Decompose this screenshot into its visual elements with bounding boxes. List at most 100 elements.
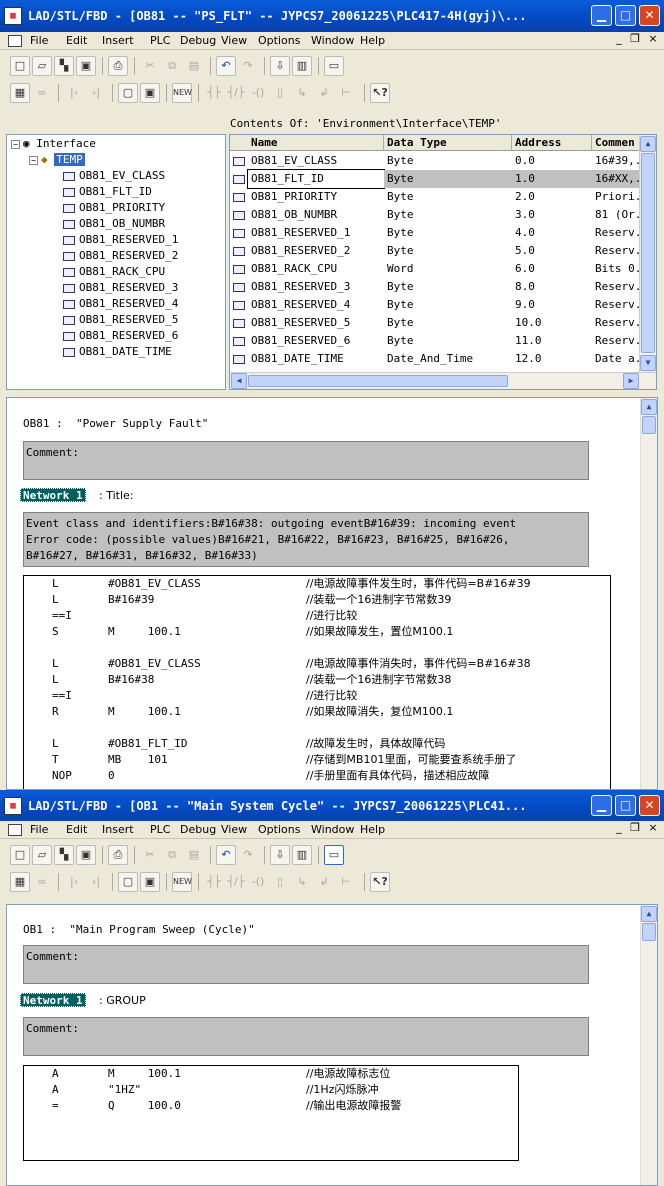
accessible-nodes-icon[interactable]: ▚: [54, 56, 74, 76]
paste-icon[interactable]: ▤: [184, 845, 204, 865]
tree-item[interactable]: OB81_PRIORITY: [63, 200, 165, 216]
tree-item[interactable]: OB81_OB_NUMBR: [63, 216, 165, 232]
menu-window[interactable]: Window: [311, 34, 354, 47]
stl-code-area[interactable]: A M 100.1 //电源故障标志位 A "1HZ" //1Hz闪烁脉冲 = Q 100.0…: [23, 1065, 519, 1161]
scroll-left-icon[interactable]: ◀: [231, 373, 247, 389]
connection-icon[interactable]: ⊢: [336, 872, 356, 892]
scroll-down-icon[interactable]: ▼: [640, 355, 656, 371]
table-cell-type[interactable]: Byte: [384, 188, 512, 206]
copy-icon[interactable]: ⧉: [162, 56, 182, 76]
title-bar[interactable]: ▦ LAD/STL/FBD - [OB81 -- "PS_FLT" -- JYP…: [0, 0, 664, 32]
close-button[interactable]: ✕: [639, 5, 660, 26]
table-cell-comment[interactable]: Bits 0.: [592, 260, 642, 278]
table-vertical-scrollbar[interactable]: ▲ ▼: [639, 135, 656, 373]
overview-icon[interactable]: ▢: [118, 872, 138, 892]
table-row[interactable]: OB81_OB_NUMBR Byte 3.0 81 (Or.: [230, 206, 656, 224]
table-cell-address[interactable]: 8.0: [512, 278, 592, 296]
table-row[interactable]: OB81_RACK_CPU Word 6.0 Bits 0.: [230, 260, 656, 278]
block-comment-box[interactable]: Comment:: [23, 441, 589, 480]
open-icon[interactable]: ▱: [32, 845, 52, 865]
table-cell-address[interactable]: 11.0: [512, 332, 592, 350]
table-cell-address[interactable]: 12.0: [512, 350, 592, 368]
column-header-data-type[interactable]: Data Type: [384, 135, 512, 151]
online-icon[interactable]: ▦: [10, 83, 30, 103]
editor-vertical-scrollbar[interactable]: ▲: [640, 905, 657, 1185]
tree-item[interactable]: OB81_RACK_CPU: [63, 264, 165, 280]
title-bar[interactable]: ▦ LAD/STL/FBD - [OB1 -- "Main System Cyc…: [0, 790, 664, 822]
table-cell-comment[interactable]: Reserv.: [592, 224, 642, 242]
table-cell-type[interactable]: Date_And_Time: [384, 350, 512, 368]
coil-icon[interactable]: -(): [248, 83, 268, 103]
tree-node-temp[interactable]: − ◆ TEMP: [29, 152, 85, 168]
contact-nc-icon[interactable]: ┤/├: [226, 872, 246, 892]
print-icon[interactable]: ⎙: [108, 56, 128, 76]
tree-item[interactable]: OB81_RESERVED_5: [63, 312, 178, 328]
table-row[interactable]: OB81_FLT_ID Byte 1.0 16#XX,.: [230, 169, 656, 189]
contact-nc-icon[interactable]: ┤/├: [226, 83, 246, 103]
open-icon[interactable]: ▱: [32, 56, 52, 76]
table-cell-type[interactable]: Byte: [384, 296, 512, 314]
stl-code-area[interactable]: L #OB81_EV_CLASS //电源故障事件发生时，事件代码=B#16#39 L…: [23, 575, 611, 789]
menu-edit[interactable]: Edit: [66, 823, 87, 836]
copy-icon[interactable]: ⧉: [162, 845, 182, 865]
table-row[interactable]: OB81_EV_CLASS Byte 0.0 16#39,.: [230, 152, 656, 170]
menu-plc[interactable]: PLC: [150, 34, 170, 47]
table-cell-address[interactable]: 10.0: [512, 314, 592, 332]
table-row[interactable]: OB81_RESERVED_3 Byte 8.0 Reserv.: [230, 278, 656, 296]
menu-help[interactable]: Help: [360, 34, 385, 47]
tree-item[interactable]: OB81_RESERVED_6: [63, 328, 178, 344]
table-row[interactable]: OB81_RESERVED_1 Byte 4.0 Reserv.: [230, 224, 656, 242]
monitor-icon[interactable]: ▥: [292, 845, 312, 865]
tree-item[interactable]: OB81_EV_CLASS: [63, 168, 165, 184]
menu-debug[interactable]: Debug: [180, 823, 216, 836]
comment-toggle-icon[interactable]: ▭: [324, 845, 344, 865]
table-row[interactable]: OB81_DATE_TIME Date_And_Time 12.0 Date a.: [230, 350, 656, 368]
contact-no-icon[interactable]: ┤├: [204, 872, 224, 892]
table-cell-address[interactable]: 0.0: [512, 152, 592, 170]
table-cell-type[interactable]: Byte: [384, 170, 512, 188]
table-cell-comment[interactable]: 16#39,.: [592, 152, 642, 170]
help-icon[interactable]: ↖?: [370, 83, 390, 103]
table-cell-comment[interactable]: Reserv.: [592, 242, 642, 260]
minimize-button[interactable]: ▁: [591, 795, 612, 816]
table-row[interactable]: OB81_PRIORITY Byte 2.0 Priori.: [230, 188, 656, 206]
table-cell-address[interactable]: 3.0: [512, 206, 592, 224]
block-comment-box[interactable]: Comment:: [23, 945, 589, 984]
tree-item[interactable]: OB81_RESERVED_1: [63, 232, 178, 248]
offline-icon[interactable]: ∞: [32, 83, 52, 103]
table-row[interactable]: OB81_RESERVED_2 Byte 5.0 Reserv.: [230, 242, 656, 260]
table-cell-name[interactable]: OB81_RESERVED_5: [248, 314, 384, 332]
network-title[interactable]: : GROUP: [99, 994, 146, 1007]
monitor-icon[interactable]: ▥: [292, 56, 312, 76]
code-editor[interactable]: OB1 : "Main Program Sweep (Cycle)" Comme…: [6, 904, 658, 1186]
document-icon[interactable]: [8, 35, 22, 47]
empty-box-icon[interactable]: ▯: [270, 872, 290, 892]
mdi-restore-icon[interactable]: ❐: [628, 821, 642, 834]
table-cell-address[interactable]: 1.0: [512, 170, 592, 188]
collapse-icon[interactable]: −: [29, 155, 38, 165]
menu-file[interactable]: File: [30, 34, 48, 47]
table-cell-type[interactable]: Byte: [384, 242, 512, 260]
column-header-comment[interactable]: Commen: [592, 135, 642, 151]
menu-options[interactable]: Options: [258, 823, 300, 836]
table-cell-comment[interactable]: Reserv.: [592, 278, 642, 296]
maximize-button[interactable]: □: [615, 795, 636, 816]
scroll-thumb[interactable]: [642, 416, 656, 434]
table-cell-address[interactable]: 4.0: [512, 224, 592, 242]
tree-node-interface[interactable]: − ◉ Interface: [11, 136, 96, 152]
tree-item[interactable]: OB81_RESERVED_2: [63, 248, 178, 264]
network-title[interactable]: : Title:: [99, 489, 133, 502]
network-comment-box[interactable]: Event class and identifiers:B#16#38: out…: [23, 512, 589, 567]
scroll-up-icon[interactable]: ▲: [640, 136, 656, 152]
table-cell-name[interactable]: OB81_DATE_TIME: [248, 350, 384, 368]
connection-icon[interactable]: ⊢: [336, 83, 356, 103]
branch-open-icon[interactable]: ↳: [292, 83, 312, 103]
redo-icon[interactable]: ↷: [238, 845, 258, 865]
new-icon[interactable]: □: [10, 845, 30, 865]
code-editor[interactable]: OB81 : "Power Supply Fault" Comment: Net…: [6, 397, 658, 790]
overview-icon[interactable]: ▢: [118, 83, 138, 103]
scroll-up-icon[interactable]: ▲: [641, 906, 657, 922]
print-icon[interactable]: ⎙: [108, 845, 128, 865]
table-cell-name[interactable]: OB81_RESERVED_6: [248, 332, 384, 350]
table-cell-address[interactable]: 6.0: [512, 260, 592, 278]
